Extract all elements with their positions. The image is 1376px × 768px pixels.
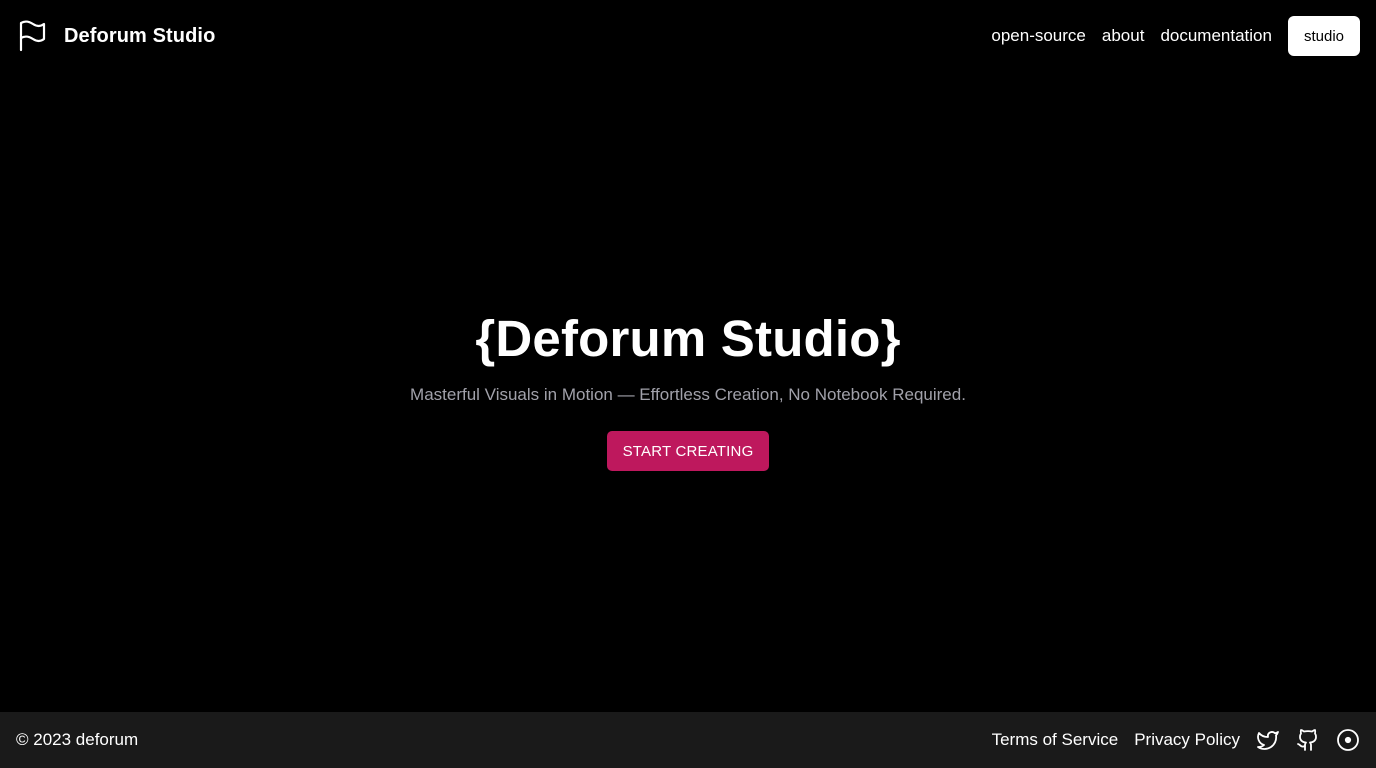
copyright-text: © 2023 deforum <box>16 730 139 749</box>
social-icons <box>1256 728 1360 752</box>
nav-about[interactable]: about <box>1102 26 1145 46</box>
start-creating-button[interactable]: START CREATING <box>606 431 770 471</box>
site-footer: © 2023 deforum Terms of Service Privacy … <box>0 712 1376 768</box>
studio-button[interactable]: studio <box>1287 16 1360 56</box>
brand-name: Deforum Studio <box>64 24 216 47</box>
main-nav: open-source about documentation studio <box>991 16 1360 56</box>
footer-links: Terms of Service Privacy Policy <box>992 728 1360 752</box>
nav-open-source[interactable]: open-source <box>991 26 1086 46</box>
hero-title: {Deforum Studio} <box>475 310 901 367</box>
hero-subtitle: Masterful Visuals in Motion — Effortless… <box>410 385 966 404</box>
site-header: Deforum Studio open-source about documen… <box>0 0 1376 72</box>
terms-of-service-link[interactable]: Terms of Service <box>992 730 1119 750</box>
nav-documentation[interactable]: documentation <box>1160 26 1272 46</box>
twitter-icon[interactable] <box>1256 728 1280 752</box>
github-icon[interactable] <box>1296 728 1320 752</box>
hero-section: {Deforum Studio} Masterful Visuals in Mo… <box>0 305 1376 471</box>
disc-icon[interactable] <box>1336 728 1360 752</box>
flag-icon <box>19 20 46 52</box>
privacy-policy-link[interactable]: Privacy Policy <box>1134 730 1240 750</box>
page: Deforum Studio open-source about documen… <box>0 0 1376 768</box>
brand-link[interactable]: Deforum Studio <box>18 20 215 52</box>
